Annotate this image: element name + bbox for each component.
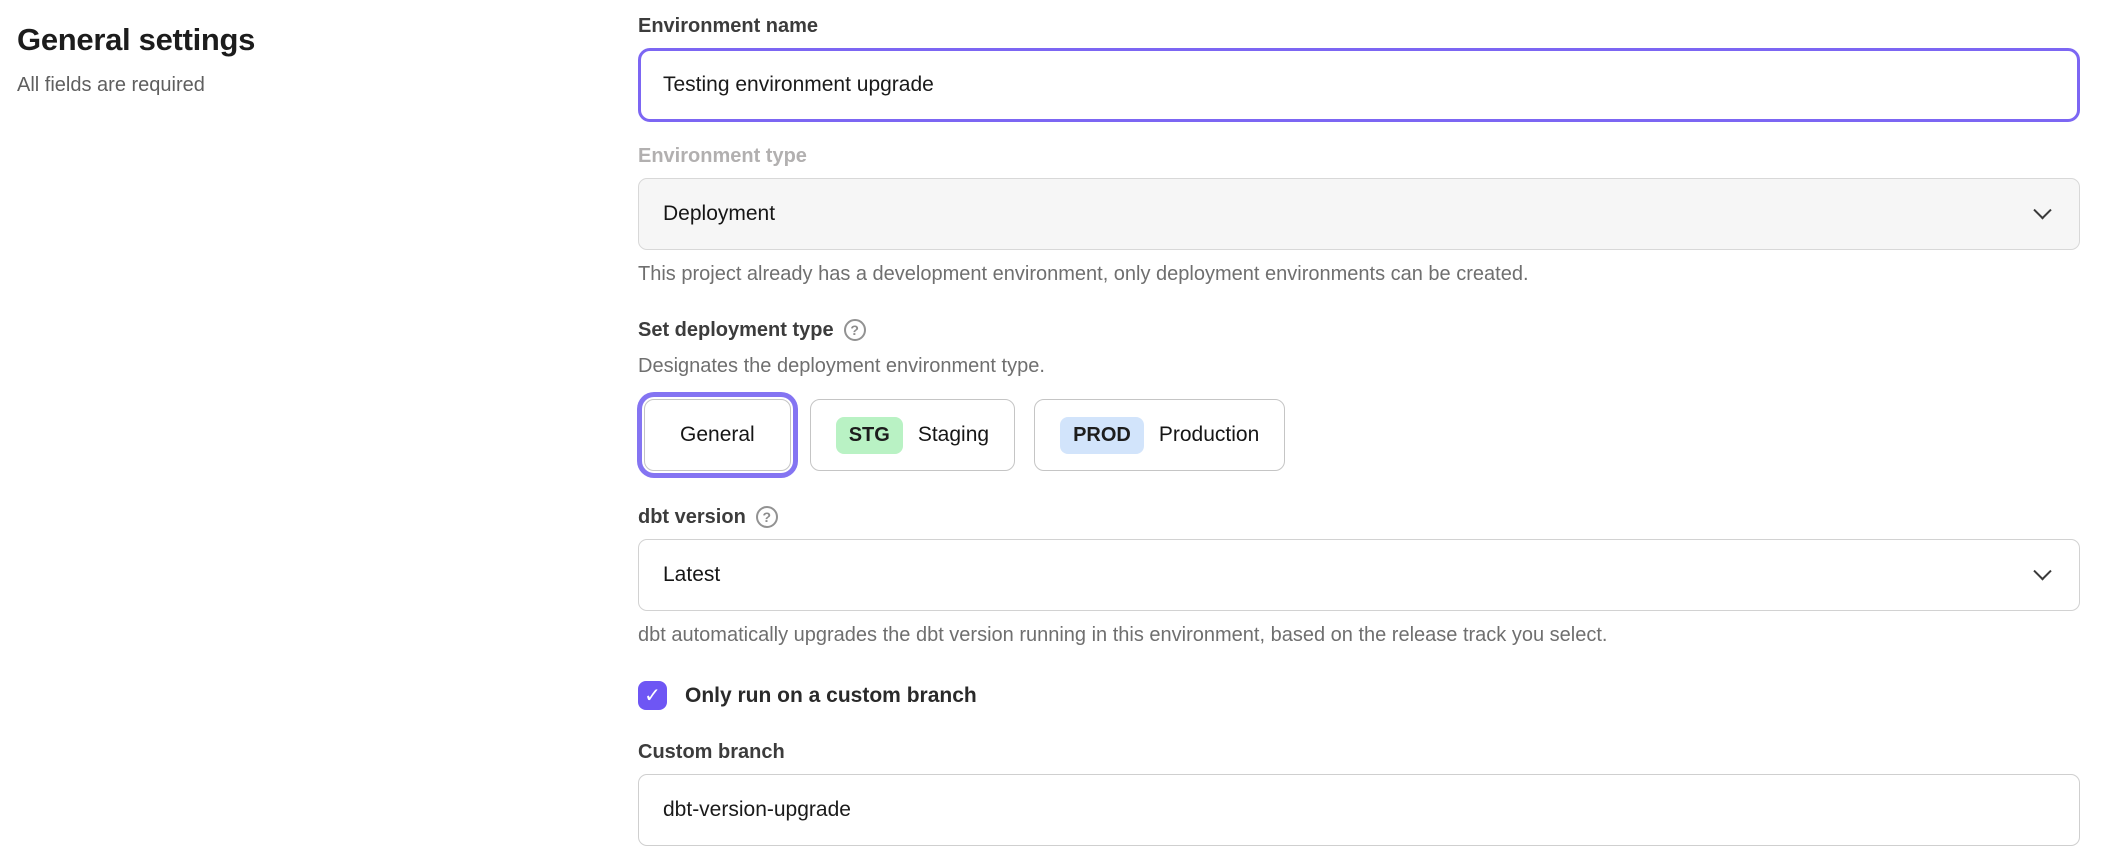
dbt-version-helper: dbt automatically upgrades the dbt versi…: [638, 621, 2080, 649]
help-icon[interactable]: ?: [756, 506, 778, 528]
custom-branch-checkbox[interactable]: ✓: [638, 681, 667, 710]
deployment-type-label: Set deployment type ?: [638, 318, 2080, 342]
environment-settings-form: Environment name Environment type Deploy…: [638, 0, 2080, 868]
option-staging-label: Staging: [918, 423, 989, 447]
deployment-type-option-production[interactable]: PROD Production: [1034, 399, 1285, 471]
custom-branch-label: Custom branch: [638, 740, 2080, 764]
dbt-version-field: dbt version ? Latest dbt automatically u…: [638, 505, 2080, 649]
environment-name-label: Environment name: [638, 14, 2080, 38]
production-badge: PROD: [1060, 417, 1144, 454]
chevron-down-icon: [2033, 201, 2051, 219]
check-icon: ✓: [644, 686, 661, 706]
dbt-version-select[interactable]: Latest: [638, 539, 2080, 611]
deployment-type-section: Set deployment type ? Designates the dep…: [638, 318, 2080, 477]
deployment-type-label-text: Set deployment type: [638, 318, 834, 342]
environment-type-helper: This project already has a development e…: [638, 260, 2080, 288]
custom-branch-checkbox-row: ✓ Only run on a custom branch: [638, 681, 2080, 710]
environment-type-select[interactable]: Deployment: [638, 178, 2080, 250]
dbt-version-value: Latest: [663, 563, 720, 587]
deployment-type-options: General STG Staging PROD Production: [638, 393, 2080, 477]
environment-type-label: Environment type: [638, 144, 2080, 168]
deployment-type-description: Designates the deployment environment ty…: [638, 352, 2080, 380]
environment-type-field: Environment type Deployment This project…: [638, 144, 2080, 288]
environment-name-field: Environment name: [638, 14, 2080, 122]
help-icon[interactable]: ?: [844, 319, 866, 341]
custom-branch-input[interactable]: [638, 774, 2080, 846]
option-general-label: General: [680, 423, 755, 447]
environment-type-value: Deployment: [663, 202, 775, 226]
custom-branch-field: Custom branch: [638, 740, 2080, 846]
chevron-down-icon: [2033, 562, 2051, 580]
custom-branch-checkbox-label[interactable]: Only run on a custom branch: [685, 684, 977, 708]
dbt-version-label-text: dbt version: [638, 505, 746, 529]
option-production-label: Production: [1159, 423, 1259, 447]
staging-badge: STG: [836, 417, 903, 454]
deployment-type-option-staging[interactable]: STG Staging: [810, 399, 1015, 471]
page-title: General settings: [17, 22, 598, 58]
general-settings-page: General settings All fields are required…: [0, 0, 2116, 868]
environment-name-input[interactable]: [638, 48, 2080, 122]
page-subtitle: All fields are required: [17, 74, 598, 97]
dbt-version-label: dbt version ?: [638, 505, 2080, 529]
deployment-type-option-general[interactable]: General: [644, 399, 791, 471]
settings-intro: General settings All fields are required: [0, 0, 638, 97]
